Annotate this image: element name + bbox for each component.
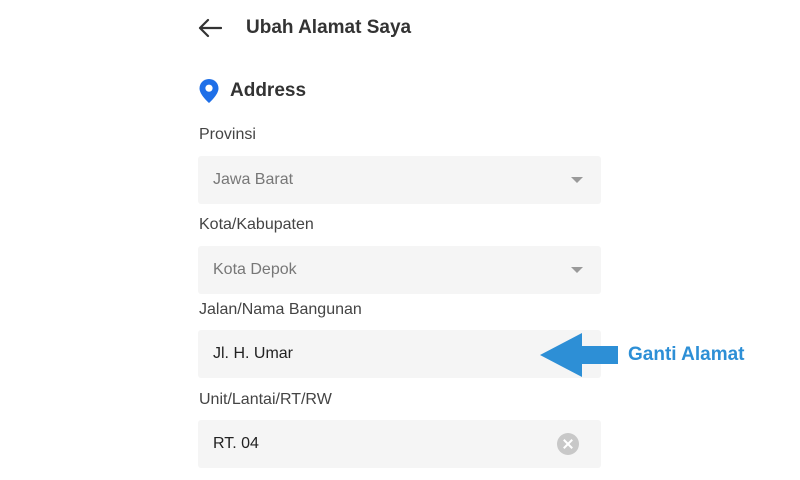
chevron-down-icon [571,267,583,273]
location-pin-icon [199,79,219,103]
page-title: Ubah Alamat Saya [246,17,412,38]
header: Ubah Alamat Saya [198,12,411,44]
province-select[interactable]: Jawa Barat [198,156,601,204]
address-section-header: Address [198,76,306,106]
back-button[interactable] [198,14,226,42]
annotation-text: Ganti Alamat [628,344,745,365]
clear-icon[interactable] [557,433,579,455]
street-value: Jl. H. Umar [213,345,293,362]
unit-value: RT. 04 [213,435,259,452]
street-label: Jalan/Nama Bangunan [199,301,362,318]
unit-input[interactable]: RT. 04 [198,420,601,468]
annotation-callout: Ganti Alamat [540,333,745,377]
unit-label: Unit/Lantai/RT/RW [199,391,332,408]
arrow-left-icon [198,18,222,38]
province-value: Jawa Barat [213,171,294,188]
province-label: Provinsi [199,126,256,143]
section-title: Address [230,80,307,101]
arrow-left-annotation-icon [540,333,618,377]
city-label: Kota/Kabupaten [199,216,314,233]
chevron-down-icon [571,177,583,183]
city-value: Kota Depok [213,261,297,278]
city-select[interactable]: Kota Depok [198,246,601,294]
edit-address-page: Ubah Alamat Saya Address Provinsi Jawa B… [0,0,800,480]
